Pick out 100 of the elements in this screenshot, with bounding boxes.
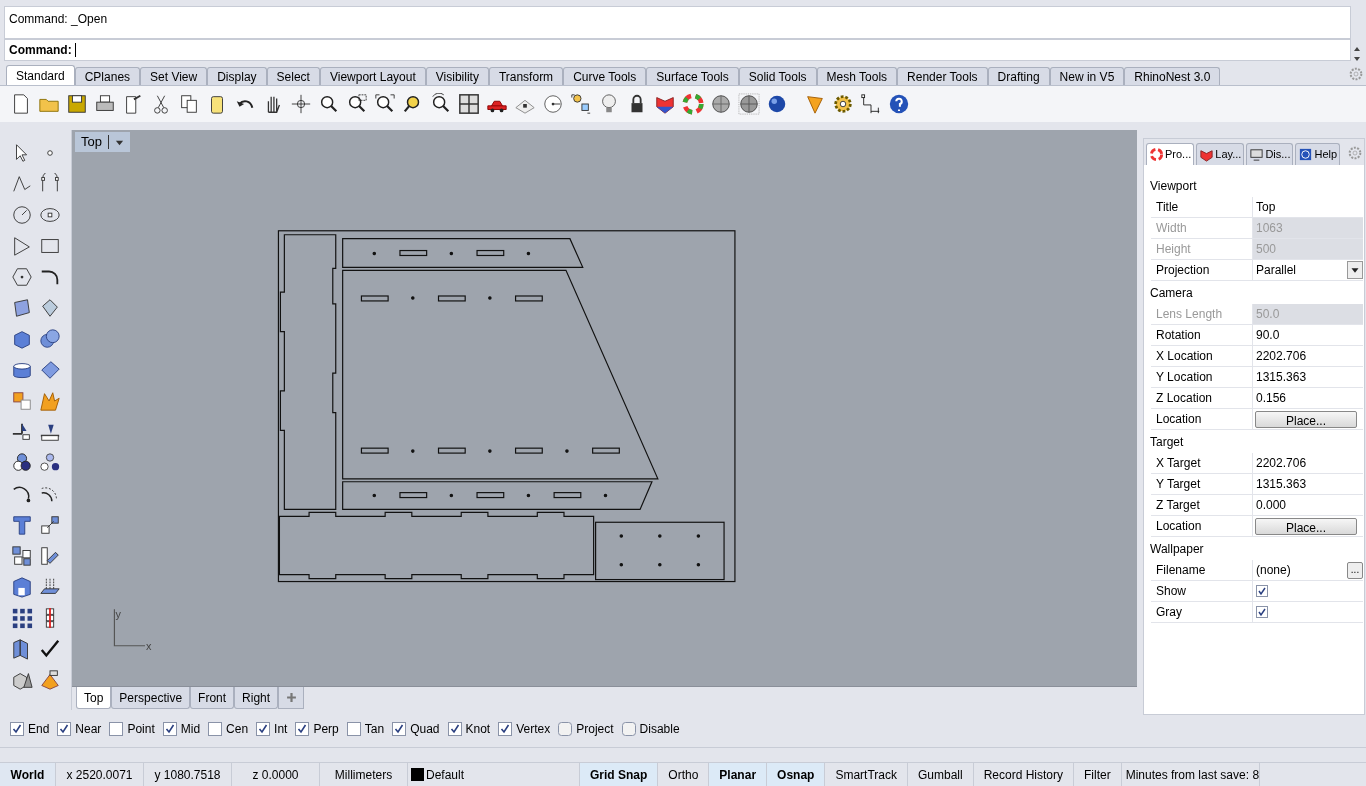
osnap-checkbox[interactable]: Point: [109, 719, 155, 738]
status-field[interactable]: World: [0, 763, 56, 786]
toolbar-tab[interactable]: RhinoNest 3.0: [1124, 67, 1221, 85]
toolbar-tab[interactable]: Solid Tools: [738, 67, 817, 85]
viewport-tab[interactable]: Top: [76, 687, 112, 710]
circles-icon[interactable]: [38, 452, 61, 474]
solid-icon[interactable]: [10, 576, 33, 598]
property-value[interactable]: 2202.706: [1253, 346, 1363, 366]
toolbar-tab[interactable]: Select: [266, 67, 320, 85]
zoom-icon[interactable]: [318, 93, 340, 115]
toolbar-tab[interactable]: Render Tools: [897, 67, 988, 85]
osnap-checkbox[interactable]: Mid: [162, 719, 201, 738]
checkbox[interactable]: [256, 721, 271, 736]
checkbox[interactable]: [621, 721, 636, 736]
command-line-field[interactable]: Command:: [4, 39, 1351, 61]
toolbar-tab[interactable]: New in V5: [1049, 67, 1125, 85]
property-value[interactable]: 90.0: [1253, 325, 1363, 345]
browse-button[interactable]: ...: [1347, 561, 1363, 579]
property-value[interactable]: 0.156: [1253, 388, 1363, 408]
gear-icon[interactable]: [832, 93, 854, 115]
checkbox[interactable]: [57, 721, 72, 736]
checkbox[interactable]: [295, 721, 310, 736]
osnap-checkbox[interactable]: Tan: [346, 719, 385, 738]
toolbar-tab[interactable]: Drafting: [987, 67, 1050, 85]
zoom-extents-icon[interactable]: [374, 93, 396, 115]
panel-tab[interactable]: Pro...: [1146, 143, 1195, 165]
circle-target-icon[interactable]: [542, 93, 564, 115]
viewport-tab[interactable]: Front: [190, 687, 235, 710]
sphere-icon[interactable]: [766, 93, 788, 115]
dimension-icon[interactable]: [860, 93, 882, 115]
place-button[interactable]: Place...: [1255, 410, 1357, 428]
viewport-tab[interactable]: Right: [234, 687, 279, 710]
property-value[interactable]: 0.000: [1253, 495, 1363, 515]
status-toggle[interactable]: SmartTrack: [825, 763, 908, 786]
help-icon[interactable]: [888, 93, 910, 115]
burst-icon[interactable]: [38, 390, 61, 412]
pyramid-icon[interactable]: [38, 669, 61, 691]
property-value[interactable]: 1315.363: [1253, 367, 1363, 387]
property-value[interactable]: 2202.706: [1253, 453, 1363, 473]
checkbox[interactable]: [392, 721, 407, 736]
toolbar-tab[interactable]: CPlanes: [74, 67, 141, 85]
checkmark-icon[interactable]: [38, 638, 61, 660]
surface-patch-icon[interactable]: [38, 359, 61, 381]
checkbox[interactable]: [1256, 606, 1268, 618]
color-wheel-icon[interactable]: [682, 93, 704, 115]
osnap-checkbox[interactable]: Vertex: [498, 719, 551, 738]
move-arrows-icon[interactable]: [290, 93, 312, 115]
status-field[interactable]: Millimeters: [320, 763, 408, 786]
toolbar-tab[interactable]: Mesh Tools: [816, 67, 898, 85]
cone-icon[interactable]: [804, 93, 826, 115]
osnap-checkbox[interactable]: Perp: [295, 719, 339, 738]
copy-icon[interactable]: [178, 93, 200, 115]
checkbox[interactable]: [109, 721, 124, 736]
circle-icon[interactable]: [10, 204, 33, 226]
toolbar-tab[interactable]: Visibility: [425, 67, 489, 85]
checkbox[interactable]: [10, 721, 24, 736]
osnap-checkbox[interactable]: Int: [256, 719, 288, 738]
toolbar-tab[interactable]: Curve Tools: [563, 67, 647, 85]
osnap-checkbox[interactable]: Project: [558, 719, 614, 738]
align-icon[interactable]: [38, 545, 61, 567]
toolbar-tab[interactable]: Set View: [140, 67, 208, 85]
viewport-tab[interactable]: Perspective: [111, 687, 191, 710]
property-value[interactable]: 1315.363: [1253, 474, 1363, 494]
viewport-title-menu[interactable]: Top: [75, 132, 130, 152]
sphere-icon[interactable]: [710, 93, 732, 115]
zoom-window-icon[interactable]: [346, 93, 368, 115]
status-toggle[interactable]: Planar: [709, 763, 768, 786]
toolbar-tab[interactable]: Display: [207, 67, 267, 85]
checkbox[interactable]: [162, 721, 177, 736]
split-icon[interactable]: [10, 421, 33, 443]
status-toggle[interactable]: Osnap: [767, 763, 826, 786]
rotate-view-icon[interactable]: [430, 93, 452, 115]
status-toggle[interactable]: Gumball: [907, 763, 974, 786]
checkbox[interactable]: [447, 721, 462, 736]
viewport[interactable]: Top y x: [72, 130, 1137, 687]
osnap-checkbox[interactable]: Quad: [392, 719, 440, 738]
panel-tab[interactable]: Dis...: [1246, 143, 1294, 165]
spheres-icon[interactable]: [38, 328, 61, 350]
t-shape-icon[interactable]: [10, 514, 33, 536]
osnap-checkbox[interactable]: End: [10, 719, 50, 738]
four-viewports-icon[interactable]: [458, 93, 480, 115]
toolbar-tab[interactable]: Transform: [488, 67, 564, 85]
checkbox[interactable]: [208, 721, 223, 736]
checkbox[interactable]: [1256, 585, 1268, 597]
dot-grid-icon[interactable]: [10, 607, 33, 629]
checkbox[interactable]: [498, 721, 513, 736]
hexagon-icon[interactable]: [10, 266, 33, 288]
property-value[interactable]: Top: [1253, 197, 1363, 217]
checkbox[interactable]: [558, 721, 573, 736]
toolbar-tab[interactable]: Surface Tools: [646, 67, 739, 85]
sphere-icon[interactable]: [738, 93, 760, 115]
toolbar-tab[interactable]: Viewport Layout: [319, 67, 426, 85]
circles-icon[interactable]: [10, 452, 33, 474]
current-layer[interactable]: Default: [426, 765, 465, 784]
puzzle-icon[interactable]: [10, 390, 33, 412]
blocks-icon[interactable]: [10, 545, 33, 567]
osnap-checkbox[interactable]: Knot: [447, 719, 491, 738]
osnap-checkbox[interactable]: Disable: [621, 719, 680, 738]
panel-tab[interactable]: Lay...: [1196, 143, 1245, 165]
place-button[interactable]: Place...: [1255, 517, 1357, 535]
